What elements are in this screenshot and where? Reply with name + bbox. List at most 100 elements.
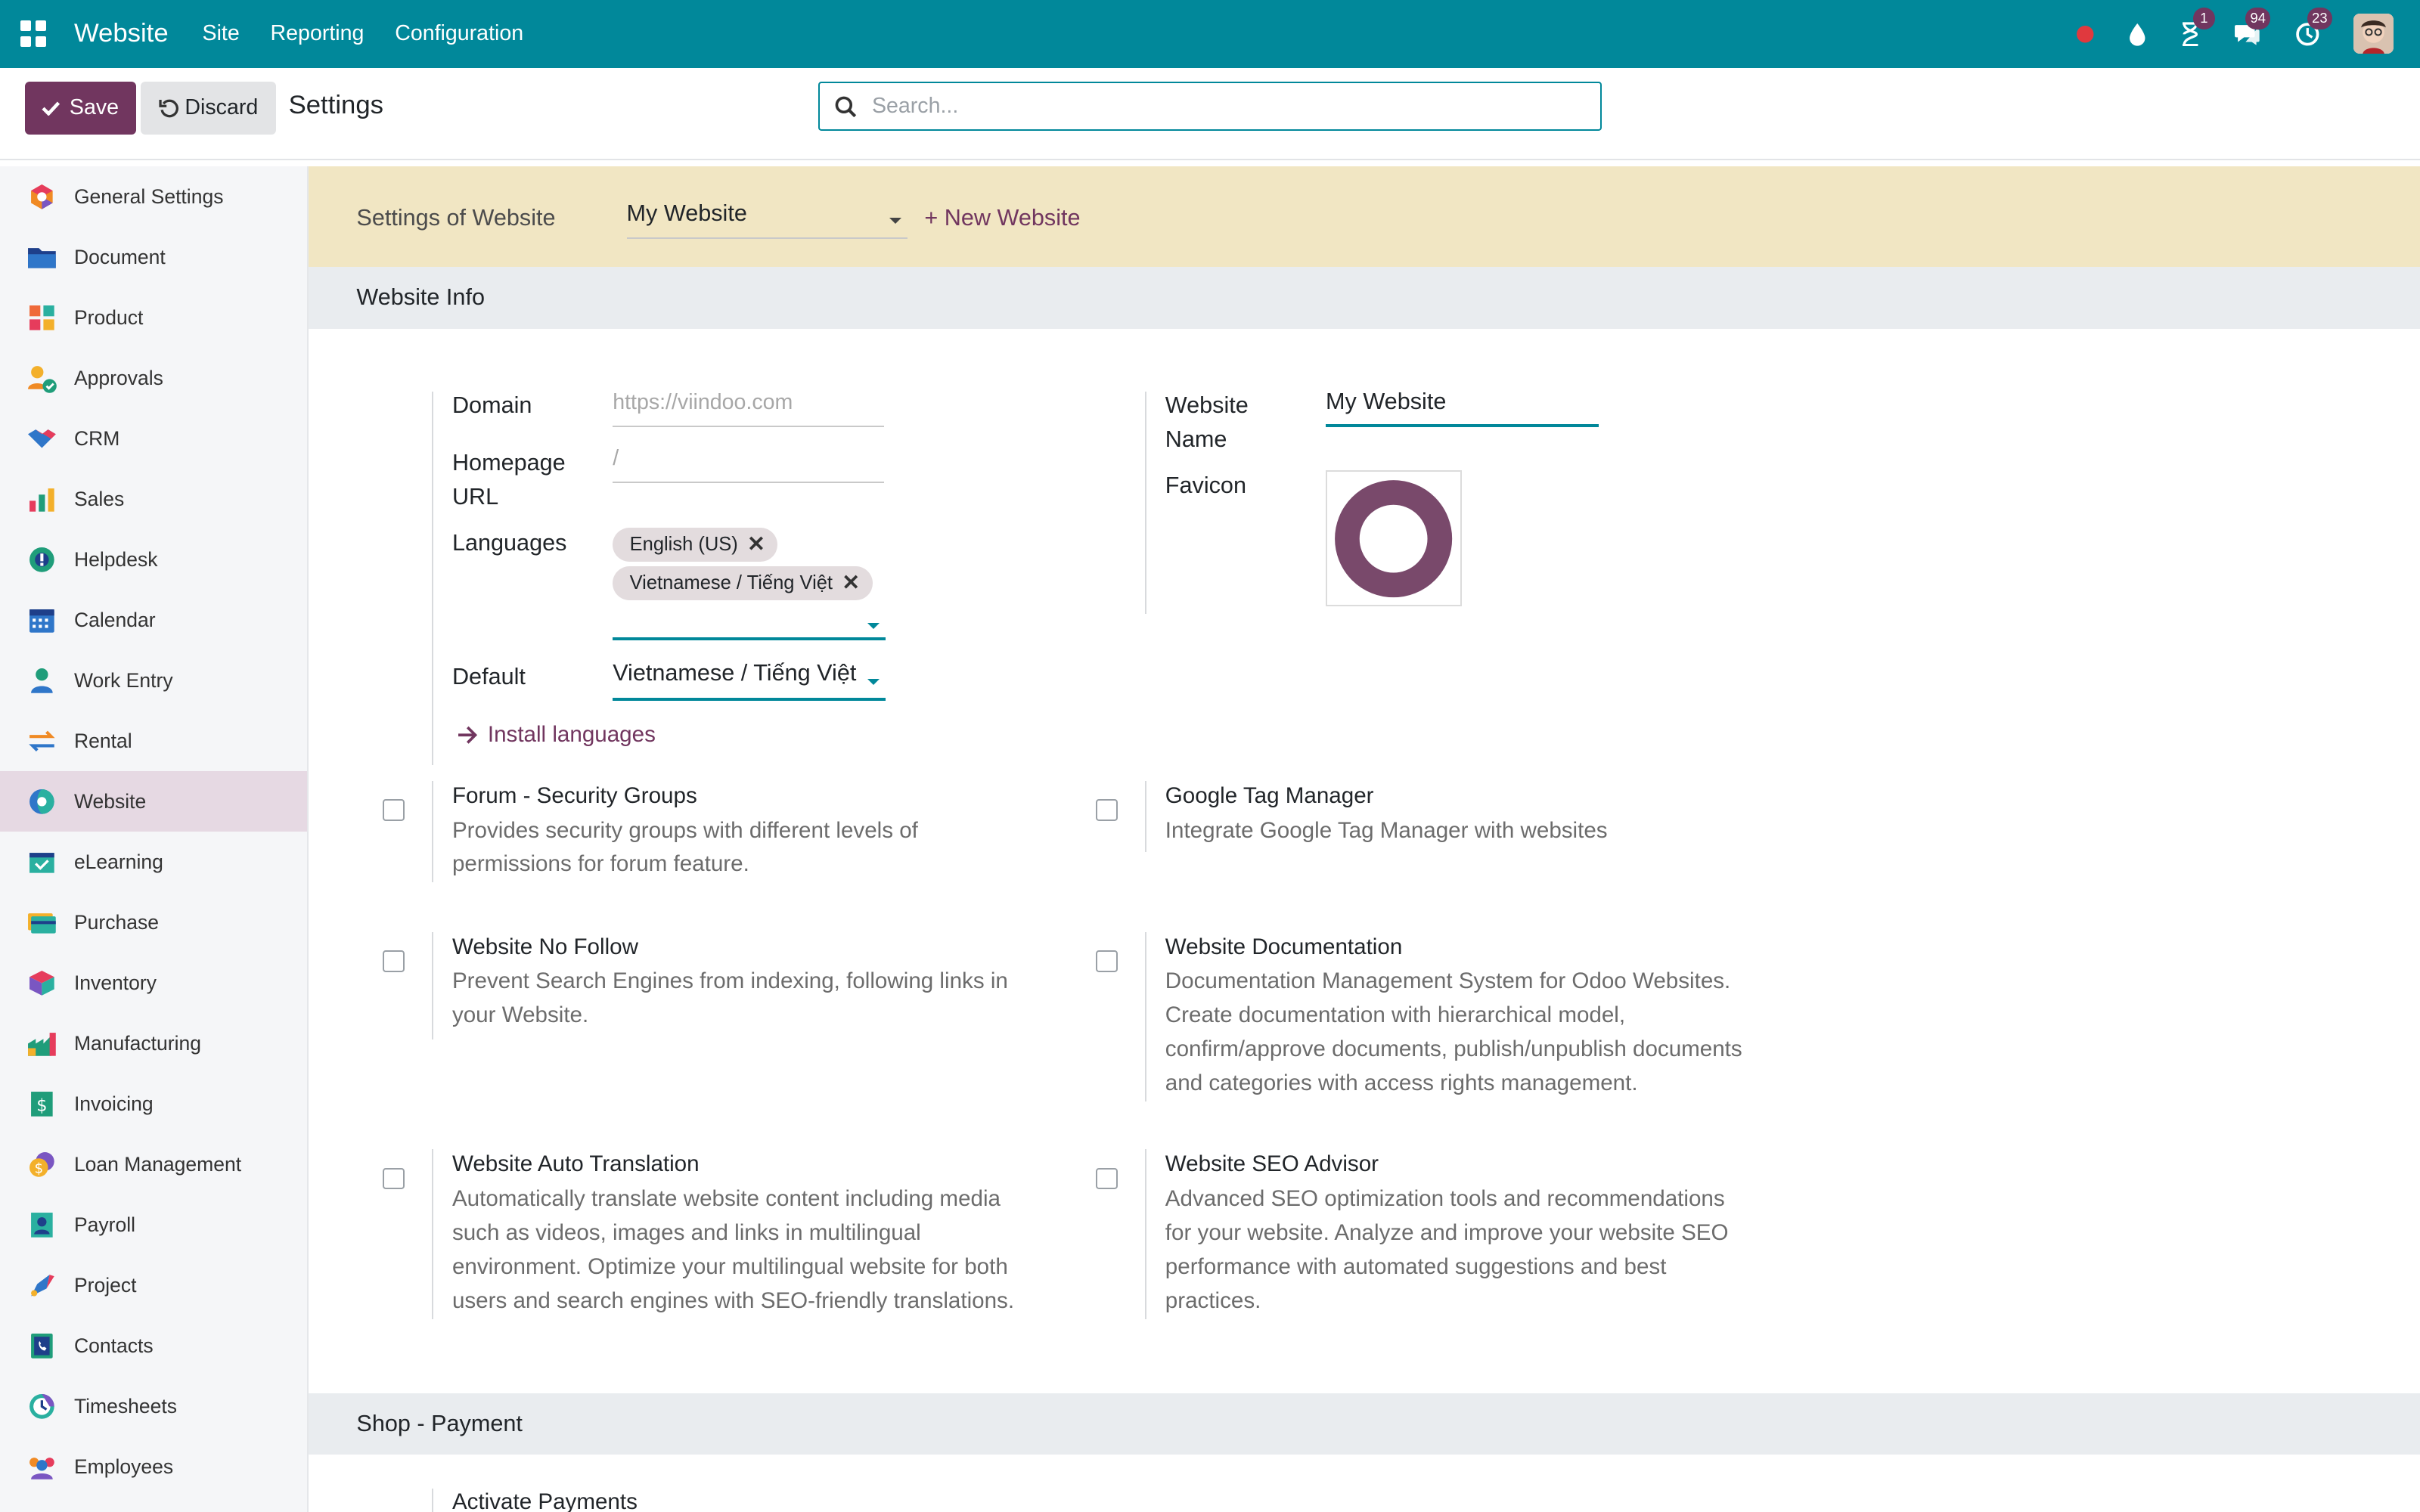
sidebar-item-loan-management[interactable]: $ Loan Management — [0, 1134, 307, 1194]
sidebar-item-timesheets[interactable]: Timesheets — [0, 1376, 307, 1436]
menu-configuration[interactable]: Configuration — [395, 21, 523, 46]
work-entry-icon — [26, 665, 57, 696]
sidebar-item-calendar[interactable]: Calendar — [0, 590, 307, 650]
search-input[interactable] — [868, 92, 1554, 121]
website-name-label: Website — [1165, 392, 1249, 419]
caret-down-icon — [867, 678, 880, 685]
timer-icon[interactable]: 23 — [2295, 8, 2332, 47]
sidebar-item-label: Inventory — [73, 971, 157, 994]
manufacturing-icon — [26, 1028, 57, 1059]
sidebar-item-work-entry[interactable]: Work Entry — [0, 650, 307, 711]
undo-icon — [159, 99, 178, 117]
sidebar-item-label: Work Entry — [73, 668, 173, 692]
website-name-field[interactable]: My Website — [1326, 389, 1599, 428]
divider — [1145, 931, 1147, 1102]
sidebar-item-helpdesk[interactable]: Helpdesk — [0, 529, 307, 590]
menu-reporting[interactable]: Reporting — [271, 21, 365, 46]
sidebar-item-general-settings[interactable]: General Settings — [0, 166, 307, 227]
domain-field[interactable]: https://viindoo.com — [613, 390, 885, 428]
new-website-link[interactable]: + New Website — [924, 205, 1080, 231]
sidebar-item-project[interactable]: Project — [0, 1255, 307, 1315]
website-no-follow-desc-line2: your Website. — [451, 1002, 589, 1028]
activity-hourglass-icon[interactable]: 1 — [2181, 8, 2215, 47]
sidebar-item-document[interactable]: Document — [0, 227, 307, 287]
drop-icon[interactable] — [2128, 22, 2146, 47]
inventory-icon — [26, 968, 57, 999]
google-tag-manager-checkbox[interactable] — [1095, 799, 1118, 821]
sidebar-item-payroll[interactable]: Payroll — [0, 1194, 307, 1255]
section-header-website-info: Website Info — [309, 267, 2420, 329]
website-select[interactable]: My Website — [626, 200, 908, 240]
sidebar-item-manufacturing[interactable]: Manufacturing — [0, 1013, 307, 1074]
discard-label: Discard — [185, 95, 259, 120]
website-select-value: My Website — [626, 200, 747, 227]
divider — [432, 780, 434, 883]
sidebar-item-employees[interactable]: Employees — [0, 1436, 307, 1497]
messages-icon[interactable]: 94 — [2233, 8, 2271, 47]
sidebar-item-product[interactable]: Product — [0, 287, 307, 348]
remove-tag-icon[interactable]: ✕ — [747, 534, 765, 556]
website-name-label-line2: Name — [1165, 426, 1227, 453]
sales-icon — [26, 484, 57, 515]
website-seo-advisor-checkbox[interactable] — [1095, 1167, 1118, 1190]
sidebar-item-label: Rental — [73, 729, 132, 752]
sidebar-item-label: CRM — [73, 426, 120, 450]
app-brand[interactable]: Website — [74, 19, 169, 48]
website-auto-translation-title: Website Auto Translation — [451, 1151, 700, 1177]
sidebar-item-sales[interactable]: Sales — [0, 469, 307, 529]
favicon-image[interactable] — [1326, 470, 1462, 607]
sidebar-item-purchase[interactable]: Purchase — [0, 892, 307, 953]
google-tag-manager-desc: Integrate Google Tag Manager with websit… — [1165, 817, 1608, 843]
language-tag-label: English (US) — [629, 533, 738, 555]
forum-security-title: Forum - Security Groups — [451, 782, 697, 808]
homepage-url-field[interactable]: / — [613, 446, 885, 483]
sidebar-item-label: Payroll — [73, 1213, 135, 1236]
apps-menu-icon[interactable] — [20, 20, 48, 48]
contacts-icon — [26, 1331, 57, 1362]
website-auto-translation-desc: Automatically translate website content … — [451, 1186, 1001, 1212]
sidebar-item-crm[interactable]: CRM — [0, 408, 307, 469]
default-language-select[interactable]: Vietnamese / Tiếng Việt — [613, 660, 886, 701]
website-auto-translation-checkbox[interactable] — [383, 1167, 405, 1190]
sidebar-item-label: General Settings — [73, 184, 224, 208]
sidebar-item-invoicing[interactable]: $ Invoicing — [0, 1074, 307, 1134]
search-box[interactable] — [818, 82, 1602, 132]
sidebar-item-label: Document — [73, 245, 166, 268]
website-documentation-checkbox[interactable] — [1095, 950, 1118, 972]
divider — [1145, 392, 1147, 615]
sidebar-item-website[interactable]: Website — [0, 771, 308, 832]
purchase-icon — [26, 907, 57, 938]
website-selector-bar: Settings of Website My Website + New Web… — [309, 166, 2420, 268]
website-documentation-title: Website Documentation — [1165, 934, 1403, 959]
discard-button[interactable]: Discard — [140, 82, 277, 135]
save-button[interactable]: Save — [24, 82, 136, 135]
user-avatar[interactable] — [2353, 14, 2394, 54]
website-seo-advisor-title: Website SEO Advisor — [1165, 1151, 1379, 1177]
crm-icon — [26, 423, 57, 454]
language-tag-vietnamese: Vietnamese / Tiếng Việt ✕ — [613, 565, 873, 600]
svg-text:$: $ — [34, 1160, 43, 1176]
forum-security-checkbox[interactable] — [383, 799, 405, 821]
settings-content: Settings of Website My Website + New Web… — [309, 166, 2420, 1512]
sidebar-item-label: Sales — [73, 487, 125, 510]
sidebar-item-label: Employees — [73, 1455, 174, 1478]
record-dot-icon[interactable] — [2076, 25, 2094, 43]
favicon-label: Favicon — [1165, 472, 1246, 499]
folder-icon — [26, 242, 57, 273]
remove-tag-icon[interactable]: ✕ — [842, 572, 860, 594]
sidebar-item-contacts[interactable]: Contacts — [0, 1315, 307, 1376]
sidebar-item-label: Helpdesk — [73, 547, 158, 571]
sidebar-item-elearning[interactable]: eLearning — [0, 832, 307, 892]
sidebar-item-rental[interactable]: Rental — [0, 711, 307, 771]
install-languages-link[interactable]: Install languages — [457, 722, 656, 748]
sidebar-item-label: Website — [73, 789, 147, 813]
website-no-follow-checkbox[interactable] — [383, 950, 405, 972]
sidebar-item-approvals[interactable]: Approvals — [0, 348, 307, 408]
menu-site[interactable]: Site — [203, 21, 240, 46]
product-icon — [26, 302, 57, 333]
project-icon — [26, 1270, 57, 1301]
website-auto-translation-desc-line3: environment. Optimize your multilingual … — [451, 1254, 1008, 1280]
sidebar-item-inventory[interactable]: Inventory — [0, 953, 307, 1013]
languages-input[interactable] — [613, 603, 886, 640]
divider — [432, 931, 434, 1040]
